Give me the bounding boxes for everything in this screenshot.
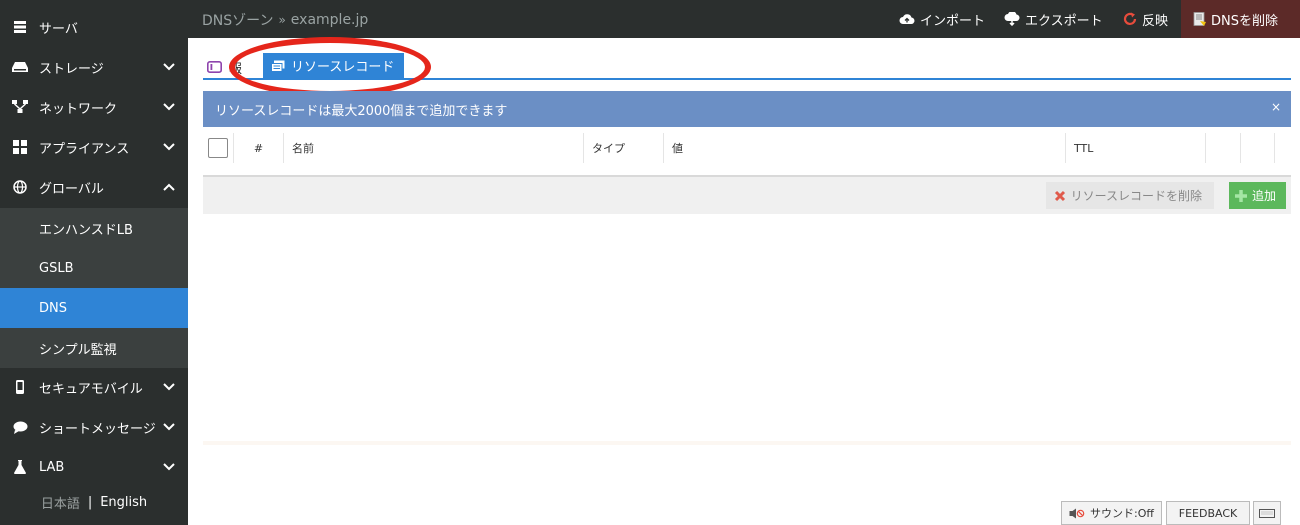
breadcrumb-current: example.jp <box>290 12 369 28</box>
info-panel-icon <box>207 61 222 73</box>
mobile-icon <box>12 379 28 395</box>
info-alert: リソースレコードは最大2000個まで追加できます × <box>203 91 1291 127</box>
lang-separator: | <box>87 494 93 510</box>
sidebar-item-label: グローバル <box>39 181 104 197</box>
sidebar: サーバ ストレージ ネットワーク アプライアンス グローバル エンハンスドLB … <box>0 0 188 525</box>
chevron-down-icon <box>163 463 175 471</box>
sidebar-item-global[interactable]: グローバル <box>0 167 188 207</box>
sidebar-item-label: LAB <box>39 459 65 475</box>
lang-ja-link[interactable]: 日本語 <box>41 493 80 512</box>
sidebar-subitem-label: DNS <box>39 300 67 316</box>
storage-icon <box>12 59 28 75</box>
breadcrumb-separator: » <box>278 13 286 27</box>
feedback-label: FEEDBACK <box>1178 506 1238 520</box>
keyboard-button[interactable] <box>1253 501 1281 525</box>
feedback-button[interactable]: FEEDBACK <box>1166 501 1250 525</box>
select-all-checkbox[interactable] <box>208 138 228 158</box>
sidebar-item-label: ショートメッセージ <box>39 421 156 437</box>
chevron-down-icon <box>163 143 175 151</box>
sidebar-item-appliance[interactable]: アプライアンス <box>0 127 188 167</box>
sidebar-subitem-enhanced-lb[interactable]: エンハンスドLB <box>0 208 188 248</box>
select-all-cell <box>203 133 234 163</box>
sidebar-item-lab[interactable]: LAB <box>0 447 188 487</box>
column-header-action-2 <box>1240 133 1275 163</box>
highlight-ellipse <box>229 37 431 97</box>
delete-dns-label: DNSを削除 <box>1211 13 1278 29</box>
sound-toggle-button[interactable]: サウンド:Off <box>1061 501 1162 525</box>
column-header-value[interactable]: 値 <box>663 133 1065 163</box>
delete-dns-button[interactable]: DNSを削除 <box>1181 0 1300 38</box>
breadcrumb-root[interactable]: DNSゾーン <box>202 10 273 30</box>
chat-icon <box>12 419 28 435</box>
sidebar-item-server[interactable]: サーバ <box>0 7 188 47</box>
sidebar-item-label: サーバ <box>39 21 78 37</box>
sound-label: サウンド:Off <box>1090 507 1154 520</box>
column-header-ttl[interactable]: TTL <box>1065 133 1205 163</box>
column-header-name[interactable]: 名前 <box>283 133 583 163</box>
sidebar-item-short-message[interactable]: ショートメッセージ <box>0 407 188 447</box>
add-record-label: 追加 <box>1251 189 1276 203</box>
sidebar-item-label: ネットワーク <box>39 101 118 117</box>
add-record-button[interactable]: 追加 <box>1228 182 1286 209</box>
apply-button[interactable]: 反映 <box>1123 0 1168 38</box>
sidebar-subitem-label: シンプル監視 <box>39 342 117 358</box>
cloud-upload-icon <box>899 14 915 25</box>
close-icon <box>1054 190 1065 201</box>
apply-label: 反映 <box>1142 13 1169 29</box>
alert-close-button[interactable]: × <box>1271 100 1281 114</box>
cloud-download-icon <box>1004 12 1020 26</box>
delete-document-icon <box>1193 11 1206 26</box>
column-header-type[interactable]: タイプ <box>583 133 663 163</box>
keyboard-icon <box>1259 508 1275 518</box>
sidebar-subitem-gslb[interactable]: GSLB <box>0 248 188 288</box>
sidebar-subitem-label: GSLB <box>39 260 74 276</box>
language-switcher: 日本語 | English <box>0 486 188 518</box>
flask-icon <box>12 459 28 475</box>
sidebar-item-storage[interactable]: ストレージ <box>0 47 188 87</box>
sidebar-subitem-label: エンハンスドLB <box>39 222 133 238</box>
network-icon <box>12 99 28 115</box>
sidebar-subitem-simple-monitor[interactable]: シンプル監視 <box>0 328 188 368</box>
sidebar-item-label: アプライアンス <box>39 141 130 157</box>
records-toolbar: リソースレコードを削除 追加 <box>203 177 1291 214</box>
chevron-down-icon <box>163 383 175 391</box>
lang-en-link[interactable]: English <box>100 495 147 510</box>
delete-resource-record-button[interactable]: リソースレコードを削除 <box>1045 182 1214 209</box>
chevron-down-icon <box>163 423 175 431</box>
records-table: # 名前 タイプ 値 TTL <box>203 133 1291 177</box>
refresh-icon <box>1123 12 1137 25</box>
speaker-muted-icon <box>1069 508 1085 518</box>
appliance-icon <box>12 139 28 155</box>
chevron-down-icon <box>163 63 175 71</box>
top-bar: DNSゾーン » example.jp インポート エクスポート 反映 DNSを… <box>188 0 1300 38</box>
column-header-action-1 <box>1205 133 1240 163</box>
server-icon <box>12 19 28 35</box>
column-header-number[interactable]: # <box>233 133 283 163</box>
import-label: インポート <box>920 13 986 29</box>
chevron-down-icon <box>163 103 175 111</box>
sidebar-item-label: ストレージ <box>39 61 104 77</box>
plus-icon <box>1234 189 1247 202</box>
sidebar-item-network[interactable]: ネットワーク <box>0 87 188 127</box>
breadcrumb: DNSゾーン » example.jp <box>202 10 368 30</box>
chevron-up-icon <box>163 183 175 191</box>
sidebar-item-label: セキュアモバイル <box>39 381 143 397</box>
export-label: エクスポート <box>1025 13 1103 29</box>
globe-icon <box>12 179 28 195</box>
delete-resource-record-label: リソースレコードを削除 <box>1070 189 1202 203</box>
sidebar-subitem-dns[interactable]: DNS <box>0 288 188 328</box>
content-divider <box>203 441 1291 445</box>
alert-message: リソースレコードは最大2000個まで追加できます <box>215 103 508 119</box>
import-button[interactable]: インポート <box>899 0 985 38</box>
sidebar-item-secure-mobile[interactable]: セキュアモバイル <box>0 367 188 407</box>
export-button[interactable]: エクスポート <box>1004 0 1103 38</box>
